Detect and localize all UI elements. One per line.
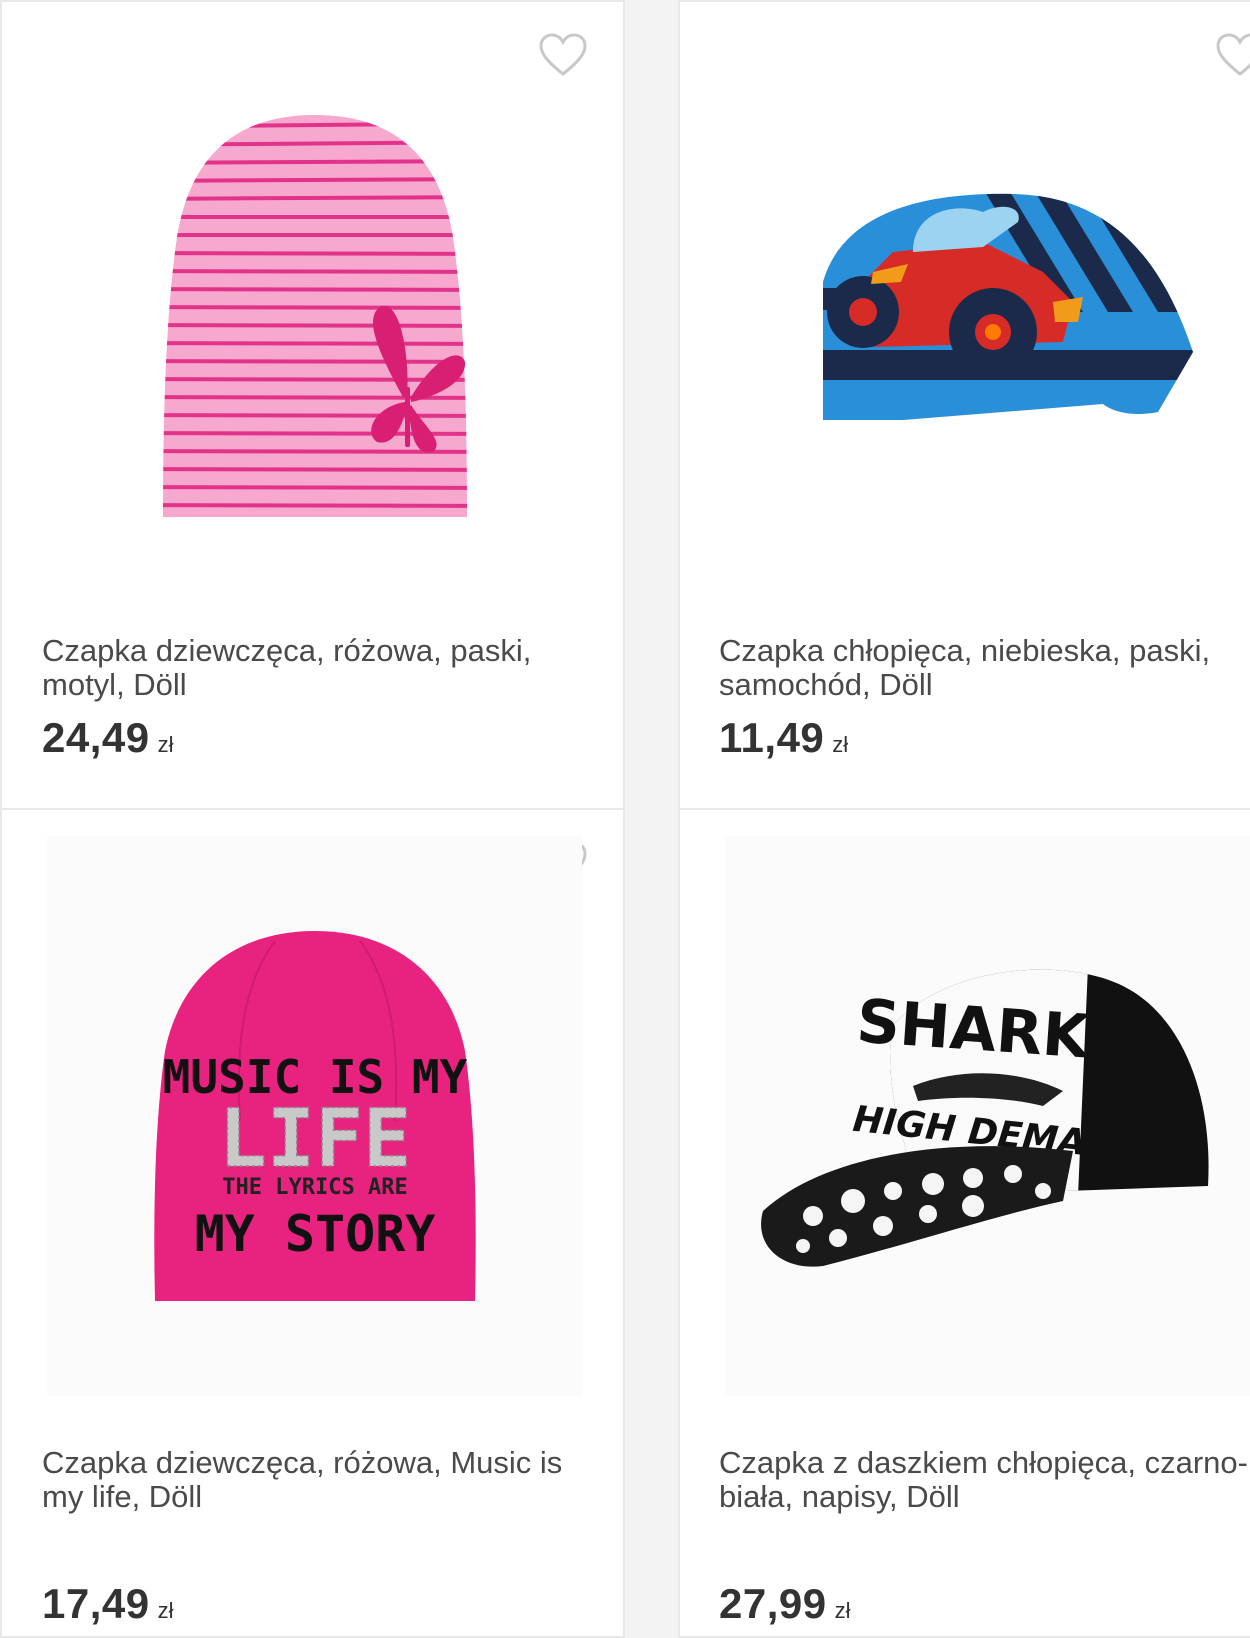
product-price: 27,99 zł [719, 1580, 851, 1628]
baseball-cap-image: SHARKS HIGH DEMAND [760, 969, 1209, 1267]
print-text-line4: MY STORY [194, 1205, 435, 1263]
pink-music-beanie-image: MUSIC IS MY LIFE THE LYRICS ARE MY STORY [153, 931, 476, 1301]
price-amount: 24,49 [42, 714, 150, 761]
print-text-line2: LIFE [218, 1092, 411, 1185]
price-currency: zł [832, 732, 849, 757]
product-price: 17,49 zł [42, 1580, 174, 1628]
product-card[interactable]: Czapka chłopięca, niebieska, paski, samo… [678, 0, 1250, 810]
price-amount: 11,49 [719, 714, 825, 761]
pink-striped-beanie-image [162, 115, 467, 517]
blue-striped-bandana-hat-image [822, 193, 1193, 420]
product-image[interactable]: SHARKS HIGH DEMAND [725, 836, 1250, 1396]
product-card[interactable]: SHARKS HIGH DEMAND Czapka z daszkiem chł… [678, 808, 1250, 1638]
product-price: 11,49 zł [719, 714, 848, 762]
product-image[interactable]: MUSIC IS MY LIFE THE LYRICS ARE MY STORY [47, 836, 582, 1396]
product-image[interactable] [47, 32, 582, 592]
product-card[interactable]: MUSIC IS MY LIFE THE LYRICS ARE MY STORY… [0, 808, 625, 1638]
print-text-line3: THE LYRICS ARE [222, 1175, 407, 1200]
price-currency: zł [157, 732, 174, 757]
product-grid: Czapka dziewczęca, różowa, paski, motyl,… [0, 0, 1250, 1638]
product-card[interactable]: Czapka dziewczęca, różowa, paski, motyl,… [0, 0, 625, 810]
price-currency: zł [157, 1598, 174, 1623]
product-image[interactable] [725, 32, 1250, 592]
product-title[interactable]: Czapka chłopięca, niebieska, paski, samo… [719, 634, 1250, 702]
product-price: 24,49 zł [42, 714, 174, 762]
price-currency: zł [834, 1598, 851, 1623]
price-amount: 17,49 [42, 1580, 150, 1627]
product-title[interactable]: Czapka z daszkiem chłopięca, czarno-biał… [719, 1446, 1250, 1514]
product-title[interactable]: Czapka dziewczęca, różowa, paski, motyl,… [42, 634, 602, 702]
product-title[interactable]: Czapka dziewczęca, różowa, Music is my l… [42, 1446, 602, 1514]
price-amount: 27,99 [719, 1580, 827, 1627]
